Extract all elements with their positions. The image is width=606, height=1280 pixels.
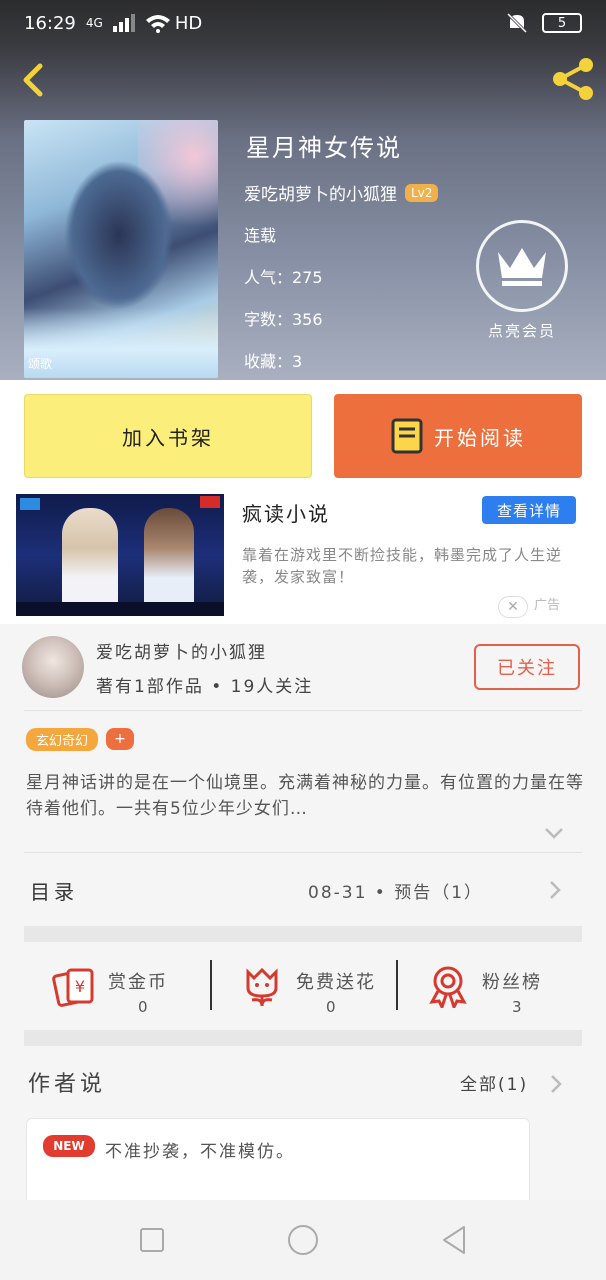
level-badge: Lv2 [405,183,439,202]
svg-text:¥: ¥ [75,977,85,996]
ad-title: 疯读小说 [242,502,330,526]
ad-close-icon[interactable]: ✕ [498,596,528,618]
book-word-count: 字数：356 [244,310,323,329]
flower-icon [246,967,278,1007]
signal-icon [112,14,135,32]
stats-row: ¥ 赏金币 0 免费送花 0 粉丝榜 3 [24,944,582,1044]
status-time: 16:29 [24,12,76,34]
author-name[interactable]: 爱吃胡萝卜的小狐狸 [96,638,267,663]
wifi-icon [145,15,170,33]
author-card[interactable]: 爱吃胡萝卜的小狐狸 著有1部作品 • 19人关注 已关注 [0,628,606,710]
fan-ranking-value: 3 [512,998,522,1016]
battery-icon: 5 [542,13,582,33]
status-bar: 16:29 4G HD 5 [0,0,606,46]
divider [24,710,582,711]
ad-label: 广告 [534,598,561,613]
book-cover[interactable]: 颂歌 [24,120,218,378]
send-flower-value: 0 [326,998,336,1016]
vip-button[interactable]: 点亮会员 [474,220,570,340]
follow-button[interactable]: 已关注 [474,644,580,690]
chevron-right-icon [550,881,561,899]
author-note-card[interactable]: NEW 不准抄袭，不准模仿。 [26,1118,530,1208]
add-to-shelf-button[interactable]: 加入书架 [24,394,312,478]
crown-icon [476,220,568,312]
add-to-shelf-label: 加入书架 [122,425,214,450]
add-tag-button[interactable]: + [106,728,135,750]
book-favorites: 收藏：3 [244,352,303,371]
cover-mark: 颂歌 [28,357,53,371]
recent-apps-icon[interactable] [134,1222,170,1258]
author-note-text: 不准抄袭，不准模仿。 [105,1142,295,1162]
synopsis[interactable]: 星月神话讲的是在一个仙境里。充满着神秘的力量。有位置的力量在等待着他们。一共有5… [26,770,586,822]
ad-image[interactable] [16,494,224,616]
send-flower-label: 免费送花 [296,972,376,993]
reward-coin-icon: ¥ [52,968,94,1007]
author-says-all-link[interactable]: 全部(1) [460,1070,528,1095]
catalog-info: 08-31 • 预告（1） [308,883,484,903]
reward-coin-button[interactable]: ¥ 赏金币 0 [24,954,210,1024]
catalog-label: 目录 [30,880,78,904]
book-author-line[interactable]: 爱吃胡萝卜的小狐狸 Lv2 [244,180,439,205]
author-says-title: 作者说 [28,1072,107,1097]
book-title: 星月神女传说 [246,134,402,162]
hd-indicator: HD [174,12,203,34]
share-button[interactable] [550,56,596,102]
nav-back-icon[interactable] [436,1222,472,1258]
new-badge: NEW [43,1135,95,1157]
genre-tag[interactable]: 玄幻奇幻 [26,728,99,751]
start-reading-button[interactable]: 开始阅读 [334,394,582,478]
section-band [24,926,582,942]
ad-details-button[interactable]: 查看详情 [482,496,576,524]
start-reading-label: 开始阅读 [434,425,526,450]
book-header: 16:29 4G HD 5 颂歌 星月神女传说 爱吃胡萝卜的小狐狸 Lv2 连载… [0,0,606,380]
book-icon [391,418,423,454]
book-status: 连载 [244,226,277,245]
medal-icon [429,966,467,1008]
ad-banner[interactable]: 疯读小说 查看详情 靠着在游戏里不断捡技能，韩墨完成了人生逆袭，发家致富！ ✕ … [0,494,606,624]
network-indicator: 4G [85,16,103,30]
action-bar: 加入书架 开始阅读 [0,380,606,494]
chevron-down-icon[interactable] [544,826,564,840]
section-band [24,1030,582,1046]
fan-ranking-button[interactable]: 粉丝榜 3 [398,954,584,1024]
avatar[interactable] [22,636,84,698]
vip-label: 点亮会员 [487,322,556,340]
ad-description: 靠着在游戏里不断捡技能，韩墨完成了人生逆袭，发家致富！ [242,546,563,586]
system-nav-bar [0,1200,606,1280]
reward-coin-label: 赏金币 [108,972,168,993]
back-button[interactable] [14,60,54,100]
catalog-row[interactable]: 目录 08-31 • 预告（1） [0,854,606,924]
fan-ranking-label: 粉丝榜 [482,972,542,993]
chevron-right-icon[interactable] [550,1074,562,1094]
book-popularity: 人气：275 [244,268,323,287]
author-says-header: 作者说 全部(1) [0,1050,606,1110]
tag-list: 玄幻奇幻 + [26,728,135,751]
book-author[interactable]: 爱吃胡萝卜的小狐狸 [244,180,397,205]
send-flower-button[interactable]: 免费送花 0 [212,954,398,1024]
divider [24,852,582,853]
author-stats: 著有1部作品 • 19人关注 [96,677,314,697]
home-icon[interactable] [285,1222,321,1258]
battery-level: 5 [557,15,567,31]
mute-icon [506,12,528,34]
reward-coin-value: 0 [138,998,148,1016]
